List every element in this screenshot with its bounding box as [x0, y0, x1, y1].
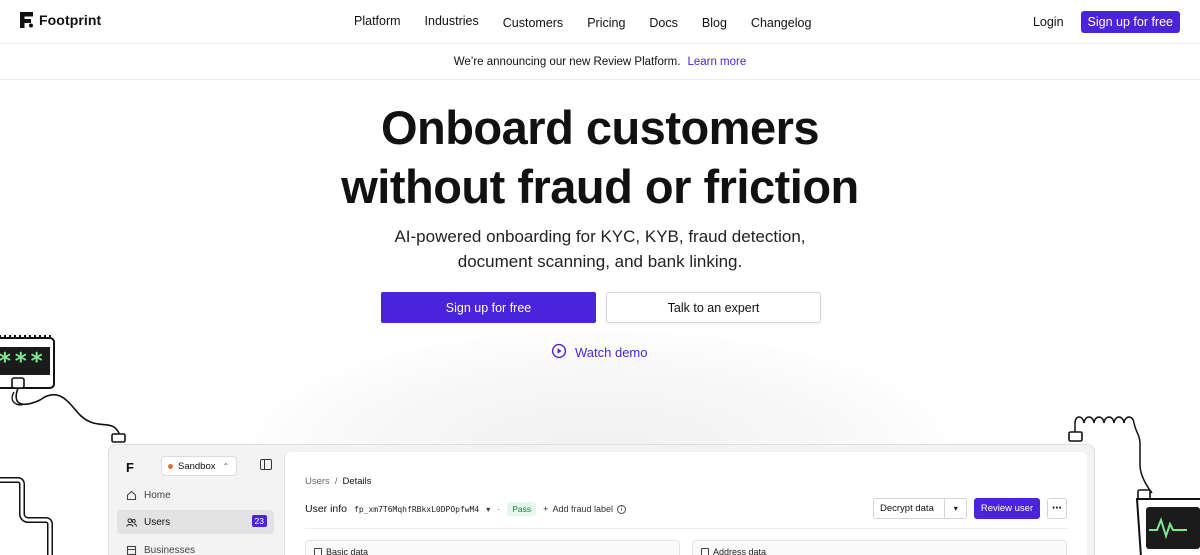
breadcrumb-parent[interactable]: Users	[305, 476, 330, 487]
home-icon	[126, 490, 137, 501]
chevron-updown-icon: ⌃	[222, 461, 230, 471]
nav-link-blog[interactable]: Blog	[702, 16, 727, 30]
status-badge: Pass	[507, 502, 537, 516]
plus-icon: +	[543, 504, 549, 514]
environment-label: Sandbox	[178, 460, 216, 472]
card-icon	[701, 548, 709, 555]
subheading-line-2: document scanning, and bank linking.	[457, 252, 743, 271]
environment-selector[interactable]: Sandbox ⌃	[161, 456, 237, 476]
address-data-title: Address data	[713, 547, 767, 555]
dashboard-logo: F	[126, 460, 134, 475]
play-icon	[551, 343, 567, 362]
headline-line-2: without fraud or friction	[341, 160, 859, 213]
nav-link-docs[interactable]: Docs	[649, 16, 677, 30]
nav-link-platform[interactable]: Platform	[354, 14, 401, 30]
user-info-row: User info fp_xm7T6MqhfRBkxL0DPOpfwM4 ▾ ·…	[305, 502, 626, 516]
sidebar-collapse-icon[interactable]	[260, 459, 272, 470]
learn-more-link[interactable]: Learn more	[687, 56, 746, 68]
login-link[interactable]: Login	[1033, 15, 1064, 29]
password-mask-text: ***	[0, 349, 46, 375]
card-icon	[314, 548, 322, 555]
watch-demo-link[interactable]: Watch demo	[551, 343, 648, 362]
divider	[305, 528, 1067, 529]
decrypt-data-button[interactable]: Decrypt data ▾	[873, 498, 967, 519]
sidebar-item-label: Home	[144, 489, 171, 501]
nav-link-customers[interactable]: Customers	[503, 16, 563, 30]
add-fraud-label-button[interactable]: + Add fraud label i	[543, 504, 626, 514]
announcement-banner: We’re announcing our new Review Platform…	[0, 44, 1200, 80]
sidebar-item-users[interactable]: Users 23	[117, 510, 274, 534]
nav-link-pricing[interactable]: Pricing	[587, 16, 625, 30]
hero-headline: Onboard customers without fraud or frict…	[0, 98, 1200, 216]
add-fraud-label-text: Add fraud label	[552, 504, 613, 514]
sidebar-item-home[interactable]: Home	[117, 483, 274, 507]
decrypt-data-label: Decrypt data	[880, 503, 934, 514]
top-nav: Footprint Platform Industries Customers …	[0, 0, 1200, 44]
separator-dot: ·	[497, 504, 501, 514]
breadcrumb-separator: /	[334, 476, 338, 487]
chevron-down-icon[interactable]: ▾	[944, 499, 966, 518]
hero-subheading: AI-powered onboarding for KYC, KYB, frau…	[0, 224, 1200, 274]
sidebar-item-label: Businesses	[144, 544, 196, 555]
building-icon	[126, 545, 137, 555]
info-icon[interactable]: i	[616, 504, 626, 514]
brand-name: Footprint	[39, 12, 102, 28]
users-icon	[126, 517, 137, 528]
watch-demo-label: Watch demo	[575, 345, 648, 360]
dashboard-main-panel: Users / Details User info fp_xm7T6MqhfRB…	[284, 452, 1087, 555]
sidebar-item-businesses[interactable]: Businesses	[117, 538, 274, 555]
users-count-badge: 23	[251, 515, 267, 527]
footprint-logo-icon	[20, 12, 33, 28]
environment-dot-icon	[168, 463, 173, 469]
nav-actions: Login Sign up for free	[1033, 11, 1180, 33]
nav-link-industries[interactable]: Industries	[425, 14, 479, 30]
signup-button[interactable]: Sign up for free	[1080, 11, 1180, 33]
banner-text: We’re announcing our new Review Platform…	[453, 55, 681, 68]
review-user-button[interactable]: Review user	[974, 498, 1040, 519]
hero-signup-button[interactable]: Sign up for free	[381, 292, 596, 323]
more-options-icon[interactable]: ⋯	[1047, 498, 1067, 519]
footprint-logo[interactable]: Footprint	[20, 12, 101, 28]
user-id-text[interactable]: fp_xm7T6MqhfRBkxL0DPOpfwM4	[354, 505, 479, 514]
headline-line-1: Onboard customers	[380, 101, 820, 154]
basic-data-card: Basic data	[305, 540, 680, 555]
basic-data-title: Basic data	[326, 547, 369, 555]
user-info-title: User info	[305, 503, 348, 515]
breadcrumb: Users / Details	[305, 476, 372, 487]
address-data-card: Address data	[692, 540, 1067, 555]
talk-to-expert-button[interactable]: Talk to an expert	[606, 292, 821, 323]
dashboard-sidebar: F Sandbox ⌃ Home Users 23 Businesses	[114, 452, 284, 555]
sidebar-item-label: Users	[144, 516, 171, 528]
nav-links: Platform Industries Customers Pricing Do…	[354, 14, 835, 30]
nav-link-changelog[interactable]: Changelog	[751, 16, 811, 30]
breadcrumb-current: Details	[342, 476, 372, 487]
subheading-line-1: AI-powered onboarding for KYC, KYB, frau…	[394, 227, 806, 246]
chevron-down-icon[interactable]: ▾	[486, 505, 490, 514]
